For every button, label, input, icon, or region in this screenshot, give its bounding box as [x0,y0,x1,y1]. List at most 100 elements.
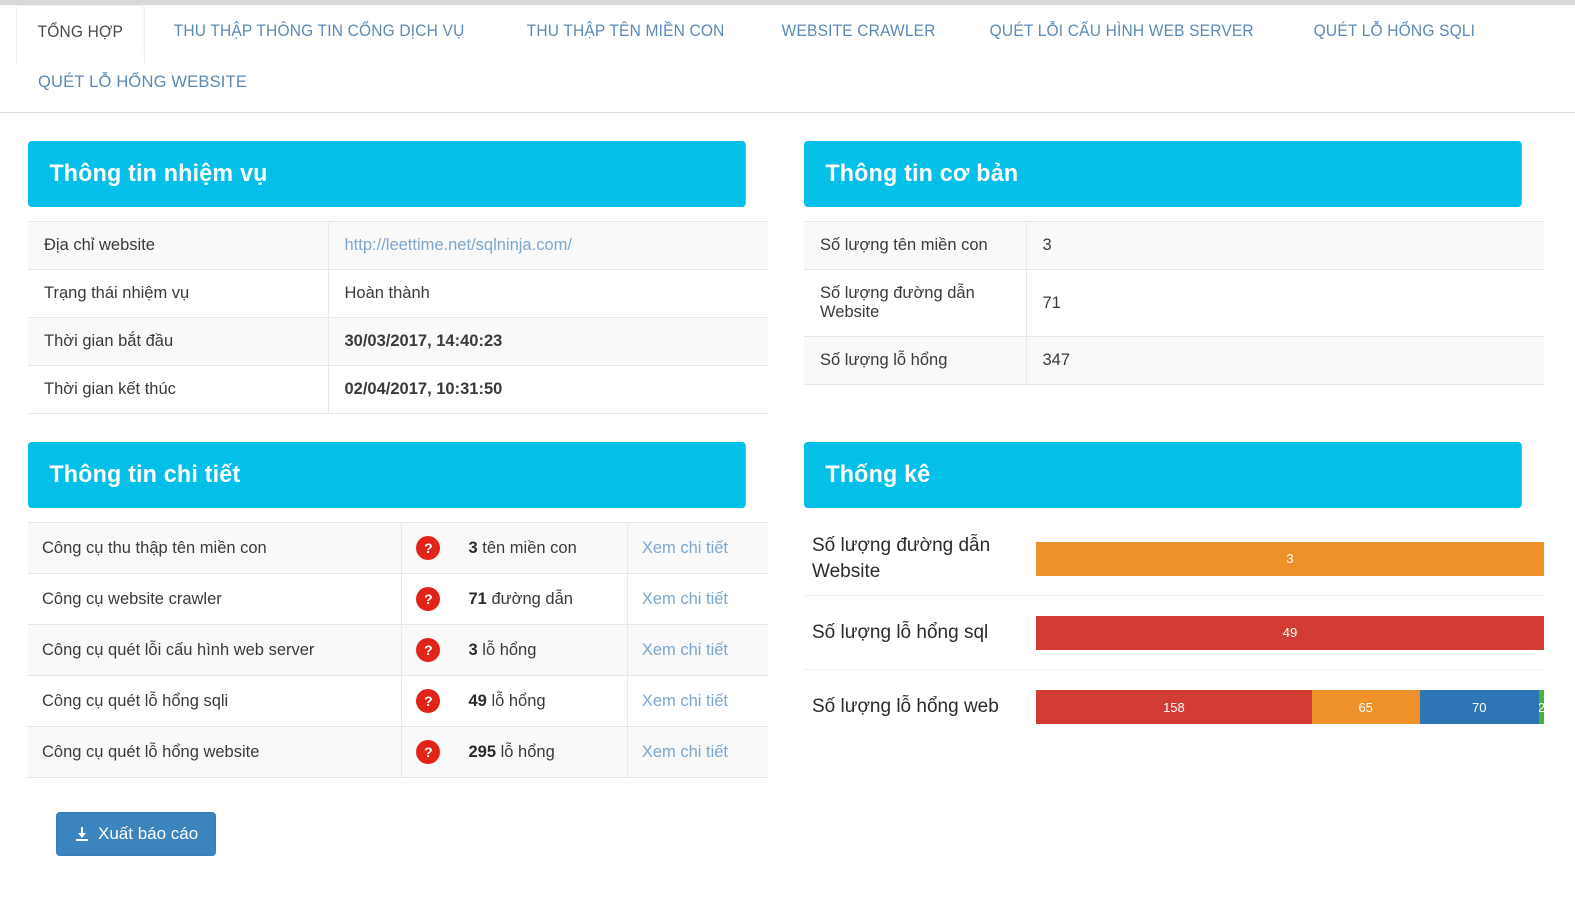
table-row: Địa chỉ website http://leettime.net/sqln… [28,221,768,270]
question-mark-icon[interactable]: ? [416,638,441,662]
detail-count-unit: lỗ hổng [482,640,537,659]
nav-tab-row-1: TỔNG HỢP THU THẬP THÔNG TIN CỔNG DỊCH VỤ… [0,5,1575,64]
panel-detail-info: Thông tin chi tiết Công cụ thu thập tên … [28,414,768,778]
view-detail-link[interactable]: Xem chi tiết [642,692,728,710]
tab-thu-thap-ten-mien-con[interactable]: THU THẬP TÊN MIỀN CON [506,5,745,64]
chart-bar-segment[interactable]: 2 [1538,690,1544,724]
row-label-url-count: Số lượng đường dẫn Website [804,269,1027,337]
detail-count-cell: 49 lỗ hổng [454,675,628,727]
table-row: Công cụ quét lỗ hổng website ? 295 lỗ hổ… [28,726,768,778]
website-url-link[interactable]: http://leettime.net/sqlninja.com/ [345,236,572,254]
detail-link-cell: Xem chi tiết [627,625,768,676]
row-label-end-time: Thời gian kết thúc [28,365,329,414]
statistics-bar-chart: Số lượng đường dẫn Website 3 Số lượng lỗ h… [804,522,1544,744]
question-mark-icon[interactable]: ? [416,689,441,713]
row-label-task-status: Trạng thái nhiệm vụ [28,269,329,318]
tab-quet-lo-hong-sqli[interactable]: QUÉT LỖ HỔNG SQLI [1293,5,1496,64]
panel-title-detail-info: Thông tin chi tiết [28,442,746,508]
panel-title-statistics: Thống kê [804,442,1522,508]
detail-count-value: 295 [468,742,497,761]
detail-tool-name: Công cụ quét lỗ hổng sqli [28,675,403,727]
chart-row: Số lượng đường dẫn Website 3 [804,522,1544,596]
detail-link-cell: Xem chi tiết [627,523,768,574]
question-mark-icon[interactable]: ? [416,536,441,560]
detail-count-value: 71 [468,589,487,608]
table-row: Thời gian kết thúc 02/04/2017, 10:31:50 [28,365,768,414]
tab-quet-lo-hong-website[interactable]: QUÉT LỖ HỔNG WEBSITE [16,65,269,105]
table-row: Công cụ quét lỗ hổng sqli ? 49 lỗ hổng X… [28,675,768,727]
detail-count-unit: lỗ hổng [500,742,555,761]
tab-website-crawler[interactable]: WEBSITE CRAWLER [761,5,956,64]
detail-info-table: Công cụ thu thập tên miền con ? 3 tên mi… [28,522,768,778]
detail-help-cell: ? [402,727,455,778]
detail-help-cell: ? [402,676,455,727]
row-bottom: Thông tin chi tiết Công cụ thu thập tên … [28,414,1547,778]
page-content: Thông tin nhiệm vụ Địa chỉ website http:… [0,113,1575,856]
chart-bar: 3 [1036,541,1544,576]
chart-row: Số lượng lỗ hổng sql 49 [804,596,1544,670]
detail-count-cell: 71 đường dẫn [454,573,628,625]
detail-link-cell: Xem chi tiết [627,676,768,727]
row-value-url-count: 71 [1042,293,1061,312]
row-top: Thông tin nhiệm vụ Địa chỉ website http:… [28,113,1547,414]
detail-help-cell: ? [402,574,455,625]
detail-count-value: 3 [468,538,478,557]
nav-tab-row-2: QUÉT LỖ HỔNG WEBSITE [0,64,1575,100]
detail-count-value: 3 [468,640,478,659]
export-report-label: Xuất báo cáo [98,824,199,843]
table-row: Số lượng đường dẫn Website 71 [804,269,1544,337]
detail-tool-name: Công cụ website crawler [28,573,403,625]
table-row: Công cụ thu thập tên miền con ? 3 tên mi… [28,522,768,574]
chart-bar-segment[interactable]: 65 [1311,690,1420,724]
page-footer: Xuất báo cáo [28,778,1547,856]
row-value-vuln-count: 347 [1042,351,1071,369]
row-value-task-status: Hoàn thành [344,284,430,302]
view-detail-link[interactable]: Xem chi tiết [642,590,728,608]
basic-info-table: Số lượng tên miền con 3 Số lượng đường d… [804,221,1544,385]
row-value-end-time: 02/04/2017, 10:31:50 [344,380,503,398]
detail-count-cell: 3 tên miền con [454,522,628,574]
table-row: Công cụ website crawler ? 71 đường dẫn X… [28,573,768,625]
detail-tool-name: Công cụ thu thập tên miền con [28,522,403,574]
row-value-subdomain-count: 3 [1042,236,1052,254]
chart-row-label: Số lượng lỗ hổng web [812,696,999,718]
view-detail-link[interactable]: Xem chi tiết [642,743,728,761]
view-detail-link[interactable]: Xem chi tiết [642,641,728,659]
question-mark-icon[interactable]: ? [416,587,441,611]
row-label-vuln-count: Số lượng lỗ hổng [804,336,1027,385]
detail-tool-name: Công cụ quét lỗi cấu hình web server [28,624,403,676]
chart-bar-segment[interactable]: 3 [1036,541,1544,576]
row-label-website-address: Địa chỉ website [28,221,329,270]
chart-row-label: Số lượng lỗ hổng sql [812,621,989,643]
panel-basic-info: Thông tin cơ bản Số lượng tên miền con 3… [804,113,1544,414]
detail-help-cell: ? [402,625,455,676]
tab-quet-loi-cau-hinh-web-server[interactable]: QUÉT LỖI CẤU HÌNH WEB SERVER [969,5,1274,64]
chart-bar: 49 [1036,615,1544,650]
detail-tool-name: Công cụ quét lỗ hổng website [28,726,403,778]
download-icon [74,826,90,842]
chart-bar: 158 65 70 2 [1036,690,1544,724]
export-report-button[interactable]: Xuất báo cáo [56,812,217,856]
tab-tong-hop[interactable]: TỔNG HỢP [16,5,145,64]
detail-count-unit: đường dẫn [491,589,573,608]
tab-thu-thap-thong-tin-cong-dich-vu[interactable]: THU THẬP THÔNG TIN CỔNG DỊCH VỤ [153,5,485,64]
detail-link-cell: Xem chi tiết [627,727,768,778]
detail-count-unit: lỗ hổng [491,691,546,710]
panel-statistics: Thống kê Số lượng đường dẫn Website 3 Số l… [804,414,1544,778]
detail-count-value: 49 [468,691,487,710]
question-mark-icon[interactable]: ? [416,740,441,764]
chart-bar-segment[interactable]: 70 [1419,690,1539,724]
table-row: Thời gian bắt đầu 30/03/2017, 14:40:23 [28,317,768,366]
detail-help-cell: ? [402,523,455,574]
chart-row-label: Số lượng đường dẫn Website [812,534,991,582]
chart-row: Số lượng lỗ hổng web 158 65 70 2 [804,670,1544,744]
row-label-subdomain-count: Số lượng tên miền con [804,221,1027,270]
row-label-start-time: Thời gian bắt đầu [28,317,329,366]
detail-count-cell: 3 lỗ hổng [454,624,628,676]
task-info-table: Địa chỉ website http://leettime.net/sqln… [28,221,768,414]
detail-count-cell: 295 lỗ hổng [454,726,628,778]
chart-bar-segment[interactable]: 49 [1036,615,1544,650]
chart-bar-segment[interactable]: 158 [1036,690,1312,724]
panel-title-basic-info: Thông tin cơ bản [804,141,1522,207]
view-detail-link[interactable]: Xem chi tiết [642,539,728,557]
